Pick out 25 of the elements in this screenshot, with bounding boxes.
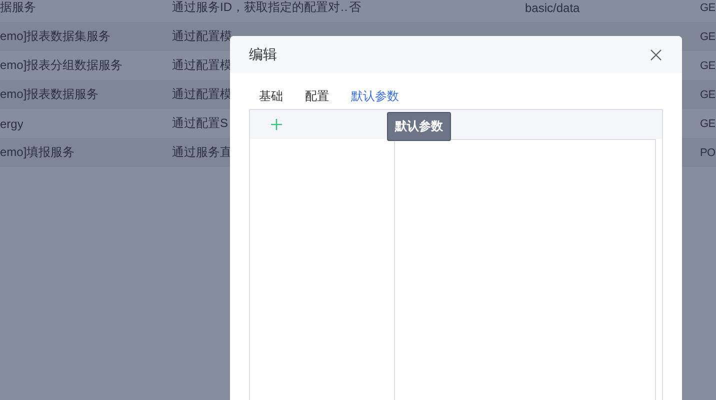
table-cell: ergy [0, 116, 24, 130]
table-cell: GE [700, 30, 716, 42]
params-input-field[interactable] [394, 139, 656, 400]
table-cell: emo]报表数据集服务 [0, 28, 111, 45]
tab[interactable]: 基础 [255, 87, 287, 105]
add-icon[interactable] [271, 119, 282, 130]
tab[interactable]: 默认参数 [347, 87, 403, 105]
table-cell: GE [700, 2, 716, 14]
table-cell: GE [700, 88, 716, 100]
table-cell: 通过配置S [172, 115, 228, 132]
table-cell: 否 [349, 0, 361, 16]
tooltip: 默认参数 [387, 112, 451, 141]
table-cell: emo]报表分组数据服务 [0, 57, 123, 74]
table-cell: PO [700, 146, 716, 158]
table-cell: emo]填报服务 [0, 144, 75, 161]
table-cell: GE [700, 60, 716, 72]
tab[interactable]: 配置 [301, 87, 333, 105]
dialog-title: 编辑 [249, 46, 277, 64]
table-cell: 通过配置模 [172, 28, 232, 45]
close-icon[interactable] [650, 48, 662, 60]
table-cell: GE [700, 118, 716, 130]
table-cell: basic/data [525, 0, 580, 14]
table-cell: 据服务 [0, 0, 36, 16]
table-cell: 通过服务ID，获取指定的配置对… [172, 0, 349, 16]
table-cell: emo]报表数据服务 [0, 86, 99, 103]
